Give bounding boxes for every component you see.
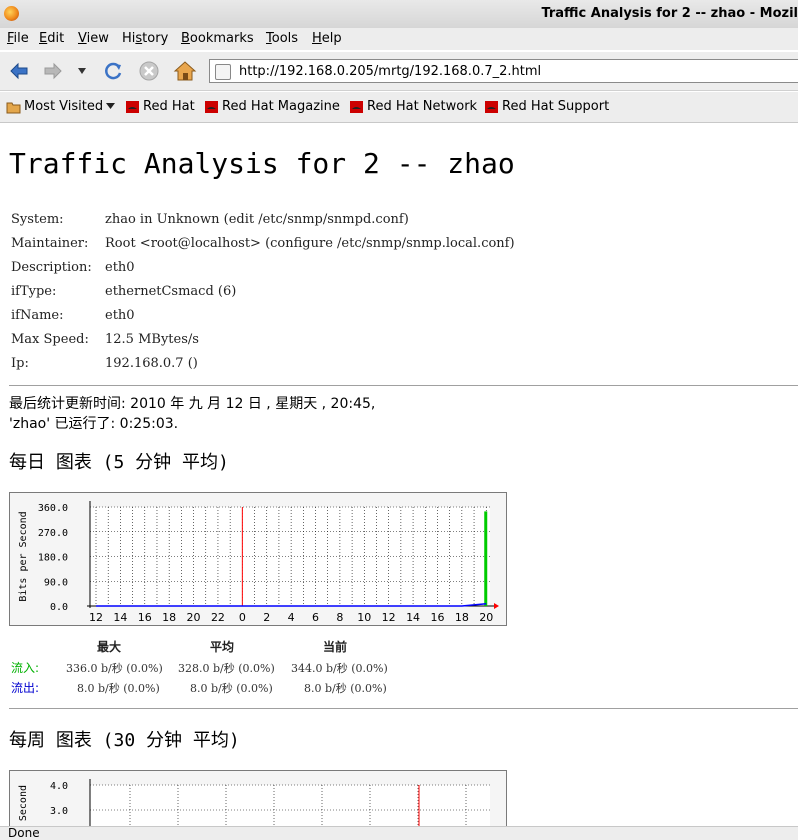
stop-button[interactable] xyxy=(136,59,162,83)
y-tick-label: 360.0 xyxy=(38,503,68,514)
col-cur: 当前 xyxy=(323,640,348,654)
most-visited-label: Most Visited xyxy=(24,99,104,114)
x-tick-label: 14 xyxy=(113,611,127,624)
y-tick-label: 3.0 xyxy=(50,806,68,817)
daily-legend-table: 最大 平均 当前 流入: 336.0 b/秒 (0.0%) 328.0 b/秒 … xyxy=(11,638,411,698)
chevron-down-icon xyxy=(106,103,116,109)
last-update-text: 最后统计更新时间: 2010 年 九 月 12 日 , 星期天 , 20:45, xyxy=(9,396,376,412)
x-tick-label: 12 xyxy=(382,611,396,624)
red-hat-icon xyxy=(350,100,363,113)
window-title: Traffic Analysis for 2 -- zhao - Mozil xyxy=(541,6,798,21)
x-tick-label: 6 xyxy=(312,611,319,624)
y-tick-label: 270.0 xyxy=(38,528,68,539)
inbound-bar xyxy=(484,511,488,606)
page-icon xyxy=(215,64,231,80)
x-tick-label: 16 xyxy=(138,611,152,624)
x-axis-arrow xyxy=(494,603,499,609)
back-arrow-icon xyxy=(10,62,28,80)
window-titlebar: Traffic Analysis for 2 -- zhao - Mozil xyxy=(0,0,798,29)
in-max: 336.0 b/秒 (0.0%) xyxy=(66,662,163,675)
weekly-traffic-graph: 4.0 3.0 Second xyxy=(9,770,507,826)
reload-icon xyxy=(105,62,122,80)
history-dropdown[interactable] xyxy=(74,59,90,83)
red-hat-icon xyxy=(485,100,498,113)
y-tick-label: 0.0 xyxy=(50,602,68,613)
in-cur: 344.0 b/秒 (0.0%) xyxy=(291,662,388,675)
forward-button[interactable] xyxy=(40,59,66,83)
page-content: Traffic Analysis for 2 -- zhao System: zh… xyxy=(0,123,798,826)
daily-traffic-graph: 360.0 270.0 180.0 90.0 0.0 12 14 16 18 20 22 0 2 4 6 8 1… xyxy=(9,492,507,626)
x-tick-label: 18 xyxy=(162,611,176,624)
x-tick-label: 2 xyxy=(263,611,270,624)
x-tick-label: 8 xyxy=(336,611,343,624)
x-tick-label: 16 xyxy=(430,611,444,624)
home-button[interactable] xyxy=(171,59,199,83)
folder-icon xyxy=(6,102,21,113)
divider xyxy=(9,708,798,709)
x-tick-label: 4 xyxy=(288,611,295,624)
home-icon xyxy=(173,61,197,81)
menu-edit[interactable]: Edit xyxy=(39,31,64,46)
weekly-chart-svg: 4.0 3.0 Second xyxy=(18,779,490,826)
back-button[interactable] xyxy=(6,59,32,83)
bookmarks-toolbar: Most Visited Red Hat Red Hat Magazine Re… xyxy=(0,92,798,123)
reload-button[interactable] xyxy=(100,59,126,83)
bookmark-red-hat[interactable]: Red Hat xyxy=(126,99,195,114)
out-max: 8.0 b/秒 (0.0%) xyxy=(77,682,160,695)
out-cur: 8.0 b/秒 (0.0%) xyxy=(304,682,387,695)
page-title: Traffic Analysis for 2 -- zhao xyxy=(9,147,515,180)
out-label: 流出: xyxy=(11,681,40,695)
daily-chart-svg: 360.0 270.0 180.0 90.0 0.0 12 14 16 18 20 22 0 2 4 6 8 1… xyxy=(18,501,499,624)
y-axis-label: Bits per Second xyxy=(18,511,29,601)
x-tick-label: 20 xyxy=(479,611,493,624)
menu-bookmarks[interactable]: Bookmarks xyxy=(181,31,254,46)
red-hat-icon xyxy=(205,100,218,113)
menu-help[interactable]: Help xyxy=(312,31,342,46)
status-bar: Done xyxy=(0,826,798,840)
status-text: Done xyxy=(8,826,40,840)
y-tick-label: 90.0 xyxy=(44,577,68,588)
firefox-icon xyxy=(4,6,19,21)
in-label: 流入: xyxy=(11,661,40,675)
in-avg: 328.0 b/秒 (0.0%) xyxy=(178,662,275,675)
menu-bar: File Edit View History Bookmarks Tools H… xyxy=(0,28,798,50)
y-tick-label: 4.0 xyxy=(50,781,68,792)
x-tick-label: 14 xyxy=(406,611,420,624)
url-bar[interactable]: http://192.168.0.205/mrtg/192.168.0.7_2.… xyxy=(209,59,798,83)
x-tick-label: 20 xyxy=(187,611,201,624)
x-tick-label: 0 xyxy=(239,611,246,624)
out-avg: 8.0 b/秒 (0.0%) xyxy=(190,682,273,695)
menu-file[interactable]: File xyxy=(7,31,29,46)
x-tick-label: 10 xyxy=(357,611,371,624)
url-text[interactable]: http://192.168.0.205/mrtg/192.168.0.7_2.… xyxy=(239,64,541,79)
menu-view[interactable]: View xyxy=(78,31,109,46)
weekly-graph-heading: 每周 图表 (30 分钟 平均) xyxy=(9,730,240,751)
chevron-down-icon xyxy=(78,68,86,74)
forward-arrow-icon xyxy=(44,62,62,80)
red-hat-icon xyxy=(126,100,139,113)
divider xyxy=(9,385,798,386)
y-tick-label: 180.0 xyxy=(38,553,68,564)
plot-area xyxy=(90,785,490,826)
bookmark-red-hat-magazine[interactable]: Red Hat Magazine xyxy=(205,99,340,114)
col-avg: 平均 xyxy=(210,640,235,654)
daily-graph-heading: 每日 图表 (5 分钟 平均) xyxy=(9,452,229,473)
uptime-text: 'zhao' 已运行了: 0:25:03. xyxy=(9,416,179,432)
x-tick-label: 12 xyxy=(89,611,103,624)
bookmark-red-hat-support[interactable]: Red Hat Support xyxy=(485,99,609,114)
bookmark-red-hat-network[interactable]: Red Hat Network xyxy=(350,99,477,114)
y-axis-label: Second xyxy=(18,785,29,821)
menu-history[interactable]: History xyxy=(122,31,168,46)
most-visited-button[interactable]: Most Visited xyxy=(6,99,116,114)
x-tick-label: 18 xyxy=(455,611,469,624)
menu-tools[interactable]: Tools xyxy=(266,31,298,46)
x-tick-label: 22 xyxy=(211,611,225,624)
stop-icon xyxy=(139,61,159,81)
col-max: 最大 xyxy=(97,640,122,654)
